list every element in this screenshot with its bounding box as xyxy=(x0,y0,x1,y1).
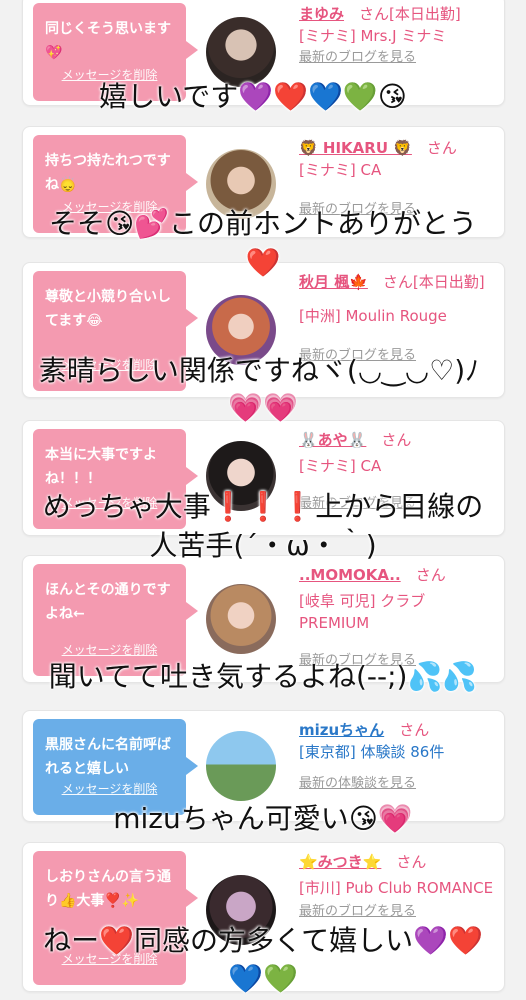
overlay-caption-6: mizuちゃん可愛い😘💗 xyxy=(0,800,526,838)
kiss-face-emoji: 😘 xyxy=(377,80,407,113)
caption-text: この前ホントありがとう xyxy=(169,207,478,240)
shop-label: [ミナミ] Mrs.J ミナミ xyxy=(299,27,447,45)
message-text: 尊敬と小競り合いしてます😂 xyxy=(45,289,171,329)
overlay-caption-2-heart: ❤️ xyxy=(0,244,526,282)
message-text: ほんとその通りですよね← xyxy=(45,582,171,622)
sender-status: さん xyxy=(381,431,412,449)
caption-text: めっちゃ大事 xyxy=(42,490,211,523)
overlay-caption-1: 嬉しいです💜❤️💙💚😘 xyxy=(0,78,516,116)
sender-status: さん xyxy=(426,139,457,157)
message-feed: 同じくそう思います💖 メッセージを削除 まゆみ さん[本日出勤] [ミナミ] M… xyxy=(0,0,526,1000)
overlay-caption-4b: 人苦手(´・ω・｀) xyxy=(0,527,526,565)
hearts-emoji: 💜❤️💙💚 xyxy=(238,80,378,113)
overlay-caption-7-hearts: 💙💚 xyxy=(0,960,526,998)
overlay-caption-3-hearts: 💗💗 xyxy=(0,389,526,427)
sender-status: さん xyxy=(415,566,446,584)
sender-info: ⭐みつき⭐ さん [市川] Pub Club ROMANCE 最新のブログを見る xyxy=(299,851,499,923)
shop-label: [ミナミ] CA xyxy=(299,161,382,179)
sender-name-link[interactable]: ..MOMOKA.. xyxy=(299,566,401,584)
shop-label: [ミナミ] CA xyxy=(299,457,382,475)
hearts-emoji: 💙💚 xyxy=(228,962,298,995)
caption-text: 素晴らしい関係ですねヾ(◡‿◡♡)ﾉ xyxy=(38,354,480,387)
caption-text: 人苦手(´・ω・｀) xyxy=(149,529,377,562)
blog-link[interactable]: 最新のブログを見る xyxy=(299,901,499,923)
caption-text: ねー xyxy=(43,924,100,957)
shop-label: [東京都] 体験談 86件 xyxy=(299,743,445,761)
sweat-drops-emoji: 💦💦 xyxy=(407,660,478,693)
delete-message-link[interactable]: メッセージを削除 xyxy=(33,777,186,801)
two-hearts-emoji: 💕 xyxy=(134,207,170,240)
exclamation-emoji: ❗️❗️❗️ xyxy=(210,490,316,523)
caption-text: 嬉しいです xyxy=(99,80,239,113)
hearts-emoji: 💜❤️ xyxy=(413,924,483,957)
message-text: 同じくそう思います💖 xyxy=(45,21,171,61)
avatar[interactable] xyxy=(206,731,276,801)
sender-name-link[interactable]: 🐰あや🐰 xyxy=(299,431,366,449)
sender-name-link[interactable]: ⭐みつき⭐ xyxy=(299,853,381,871)
sender-info: まゆみ さん[本日出勤] [ミナミ] Mrs.J ミナミ 最新のブログを見る xyxy=(299,3,499,69)
heart-emoji: 💗 xyxy=(377,802,413,835)
overlay-caption-5: 聞いてて吐き気するよね(--;)💦💦 xyxy=(0,658,526,696)
sender-name-link[interactable]: まゆみ xyxy=(299,5,344,23)
overlay-caption-4: めっちゃ大事❗️❗️❗️上から目線の xyxy=(0,488,526,526)
sender-status: さん xyxy=(399,721,430,739)
overlay-caption-7: ねー❤️同感の方多くて嬉しい💜❤️ xyxy=(0,922,526,960)
overlay-caption-2: そそ😘💕この前ホントありがとう xyxy=(0,205,526,243)
sender-name-link[interactable]: mizuちゃん xyxy=(299,721,384,739)
shop-label: [岐阜 可児] クラブ PREMIUM xyxy=(299,592,426,632)
caption-text: そそ xyxy=(48,207,105,240)
message-text: 持ちつ持たれつですね🙂‍↕️ xyxy=(45,153,171,193)
overlay-caption-3: 素晴らしい関係ですねヾ(◡‿◡♡)ﾉ xyxy=(0,352,522,390)
caption-text: mizuちゃん可愛い xyxy=(113,802,349,835)
sender-info: mizuちゃん さん [東京都] 体験談 86件 最新の体験談を見る xyxy=(299,719,499,795)
blog-link[interactable]: 最新の体験談を見る xyxy=(299,773,499,795)
kiss-face-emoji: 😘 xyxy=(348,802,378,835)
kiss-face-emoji: 😘 xyxy=(104,207,135,240)
shop-label: [市川] Pub Club ROMANCE xyxy=(299,879,494,897)
red-heart-emoji: ❤️ xyxy=(99,924,134,957)
avatar[interactable] xyxy=(206,584,276,654)
sparkling-hearts-emoji: 💗💗 xyxy=(228,391,298,424)
blog-link[interactable]: 最新のブログを見る xyxy=(299,47,499,69)
message-text: 黒服さんに名前呼ばれると嬉しい xyxy=(45,737,171,777)
sender-info: ..MOMOKA.. さん [岐阜 可児] クラブ PREMIUM 最新のブログ… xyxy=(299,564,499,672)
sender-name-link[interactable]: 🦁 HIKARU 🦁 xyxy=(299,139,412,157)
caption-text: 聞いてて吐き気するよね(--;) xyxy=(48,660,408,693)
message-text: 本当に大事ですよね！！！ xyxy=(45,447,157,487)
caption-text: 同感の方多くて嬉しい xyxy=(133,924,414,957)
caption-text: 上から目線の xyxy=(315,490,484,523)
shop-label: [中洲] Moulin Rouge xyxy=(299,307,447,325)
sender-status: さん[本日出勤] xyxy=(359,5,461,23)
avatar[interactable] xyxy=(206,17,276,87)
sender-status: さん xyxy=(396,853,427,871)
message-text: しおりさんの言う通り👍大事❣️✨ xyxy=(45,869,171,909)
red-heart-emoji: ❤️ xyxy=(245,246,281,279)
